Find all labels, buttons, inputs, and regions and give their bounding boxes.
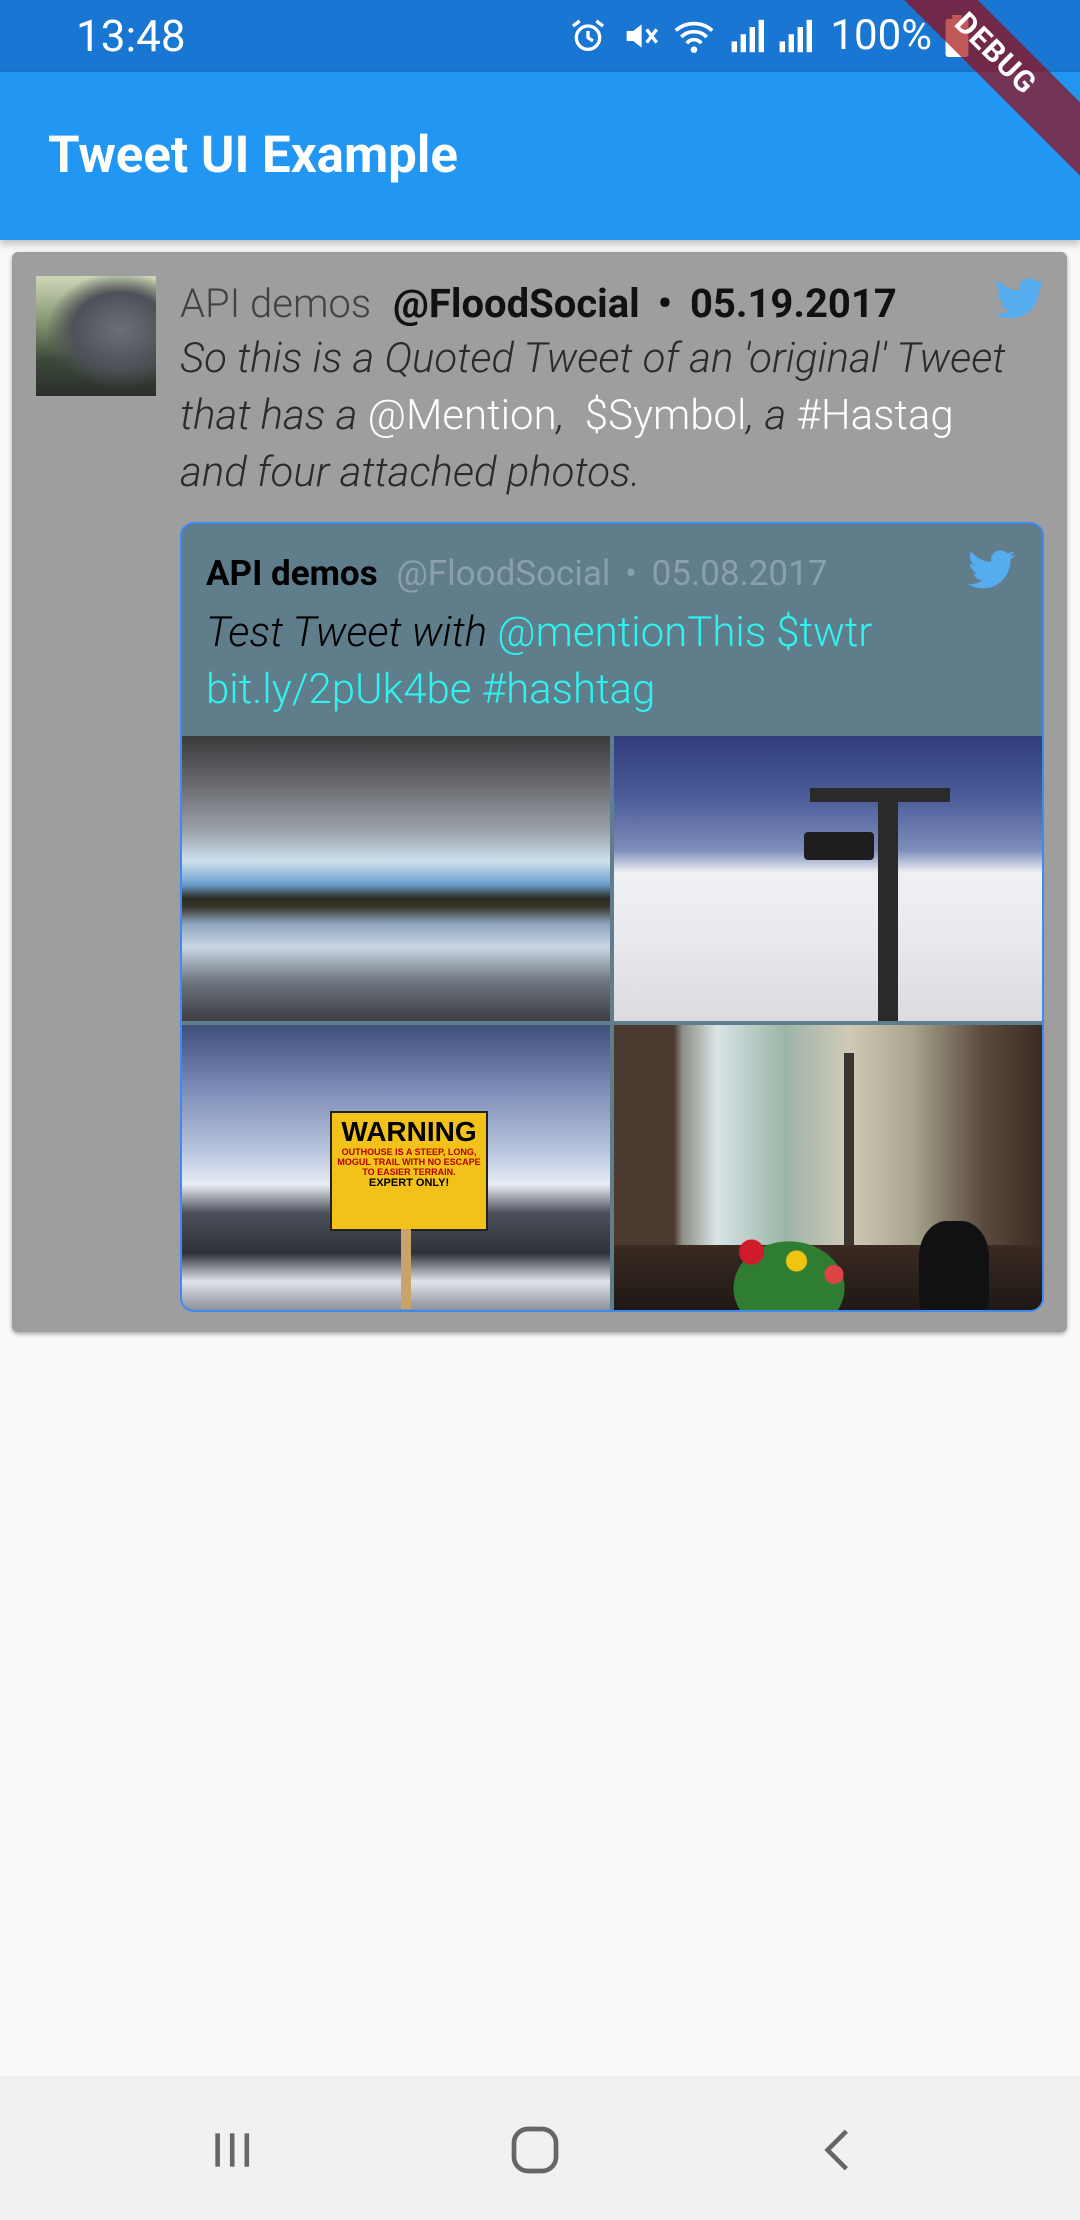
twitter-bird-icon[interactable] xyxy=(995,278,1045,320)
signal-icon xyxy=(732,19,765,53)
photo-window-cat[interactable] xyxy=(614,1025,1042,1310)
quoted-url-link[interactable]: bit.ly/2pUk4be xyxy=(206,665,472,714)
quoted-text-part xyxy=(472,665,482,714)
back-button[interactable] xyxy=(808,2120,868,2180)
battery-percent: 100% xyxy=(830,11,932,60)
quoted-author-handle[interactable]: @FloodSocial xyxy=(396,553,610,594)
warning-sign-line1: OUTHOUSE IS A STEEP, LONG, MOGUL TRAIL W… xyxy=(337,1147,481,1177)
photo-chairlift[interactable] xyxy=(614,736,1042,1021)
tweet-separator: • xyxy=(657,280,673,327)
status-time: 13:48 xyxy=(76,10,186,62)
tweet-card[interactable]: API demos @FloodSocial • 05.19.2017 So t… xyxy=(12,252,1067,1332)
tweet-text-part: , a xyxy=(746,391,797,440)
tweet-symbol-link[interactable]: $Symbol xyxy=(585,391,747,440)
tweet-mention-link[interactable]: @Mention xyxy=(368,391,557,440)
navigation-bar xyxy=(0,2076,1080,2220)
quoted-hashtag-link[interactable]: #hashtag xyxy=(482,665,656,714)
quoted-text-part: Test Tweet with xyxy=(206,608,498,657)
cat-silhouette xyxy=(919,1221,989,1310)
app-bar: Tweet UI Example xyxy=(0,72,1080,240)
quoted-author-name[interactable]: API demos xyxy=(206,553,378,594)
quoted-separator: • xyxy=(625,553,637,594)
app-title: Tweet UI Example xyxy=(48,126,458,185)
signal-icon xyxy=(780,19,813,53)
tweet-author-handle[interactable]: @FloodSocial xyxy=(393,280,640,327)
home-button[interactable] xyxy=(505,2120,565,2180)
sign-post xyxy=(401,1229,411,1309)
home-icon xyxy=(511,2126,559,2174)
mute-icon xyxy=(627,24,659,48)
status-icons: 100% xyxy=(568,12,970,60)
tweet-header: API demos @FloodSocial • 05.19.2017 xyxy=(180,278,897,330)
tweet-text-part: and four attached photos. xyxy=(180,448,641,497)
alarm-icon xyxy=(572,19,605,52)
photo-warning-sign[interactable]: WARNING OUTHOUSE IS A STEEP, LONG, MOGUL… xyxy=(182,1025,610,1310)
lift-pole xyxy=(878,796,898,1021)
quoted-text-part xyxy=(766,608,776,657)
quoted-date: 05.08.2017 xyxy=(651,553,828,594)
tweet-date: 05.19.2017 xyxy=(689,280,897,327)
warning-sign-line2: EXPERT ONLY! xyxy=(368,1177,450,1189)
photo-grid: WARNING OUTHOUSE IS A STEEP, LONG, MOGUL… xyxy=(182,736,1042,1310)
back-icon xyxy=(824,2129,848,2171)
recents-button[interactable] xyxy=(202,2120,262,2180)
quoted-tweet[interactable]: API demos @FloodSocial • 05.08.2017 Test… xyxy=(180,522,1044,1312)
twitter-bird-icon[interactable] xyxy=(968,550,1016,590)
tweet-hashtag-link[interactable]: #Hastag xyxy=(796,391,953,440)
lift-chair xyxy=(804,832,874,860)
tweet-author-name[interactable]: API demos xyxy=(180,280,371,327)
recents-icon xyxy=(215,2133,250,2167)
photo-lake[interactable] xyxy=(182,736,610,1021)
flowers xyxy=(714,1225,864,1310)
warning-sign: WARNING OUTHOUSE IS A STEEP, LONG, MOGUL… xyxy=(330,1111,488,1231)
tweet-text-part: , xyxy=(556,391,585,440)
warning-sign-title: WARNING xyxy=(341,1116,477,1147)
quoted-symbol-link[interactable]: $twtr xyxy=(776,608,872,657)
quoted-tweet-header: API demos @FloodSocial • 05.08.2017 xyxy=(206,550,827,598)
quoted-mention-link[interactable]: @mentionThis xyxy=(497,608,766,657)
tweet-text: So this is a Quoted Tweet of an 'origina… xyxy=(180,330,1010,501)
avatar[interactable] xyxy=(36,276,156,396)
quoted-tweet-text: Test Tweet with @mentionThis $twtr bit.l… xyxy=(206,604,1006,718)
wifi-icon xyxy=(675,21,714,53)
